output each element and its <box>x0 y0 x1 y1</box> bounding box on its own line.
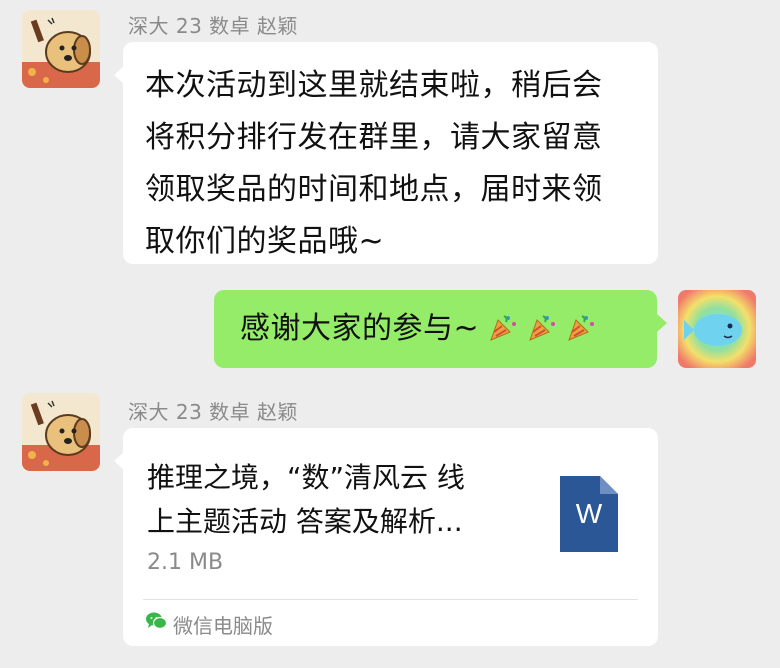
my-avatar[interactable] <box>678 290 756 368</box>
sender-avatar[interactable] <box>22 10 100 88</box>
file-size: 2.1 MB <box>147 550 224 575</box>
message-line: 将积分排行发在群里，请大家留意 <box>145 120 603 155</box>
party-popper-icon <box>490 315 517 341</box>
message-text: 感谢大家的参与~ <box>240 311 480 346</box>
sender-name: 深大 23 数卓 赵颖 <box>128 400 299 424</box>
message-line: 本次活动到这里就结束啦，稍后会 <box>145 68 603 103</box>
message-line: 领取奖品的时间和地点，届时来领 <box>145 172 603 207</box>
party-popper-icon <box>568 315 595 341</box>
wechat-icon <box>146 612 167 630</box>
party-popper-icon <box>529 315 556 341</box>
sender-avatar[interactable] <box>22 393 100 471</box>
file-title-line: 推理之境，“数”清风云 线 <box>147 461 465 494</box>
source-label: 微信电脑版 <box>173 614 273 638</box>
outgoing-message-bubble[interactable]: 感谢大家的参与~ <box>214 290 667 368</box>
file-title-line: 上主题活动 答案及解析... <box>147 505 463 538</box>
file-message-card[interactable]: 推理之境，“数”清风云 线 上主题活动 答案及解析... 2.1 MB W 微信… <box>114 428 658 646</box>
sender-name: 深大 23 数卓 赵颖 <box>128 14 299 38</box>
word-document-icon-letter: W <box>575 498 603 529</box>
message-bubble[interactable]: 本次活动到这里就结束啦，稍后会 将积分排行发在群里，请大家留意 领取奖品的时间和… <box>114 42 658 264</box>
divider <box>143 599 638 600</box>
message-line: 取你们的奖品哦~ <box>145 224 385 259</box>
